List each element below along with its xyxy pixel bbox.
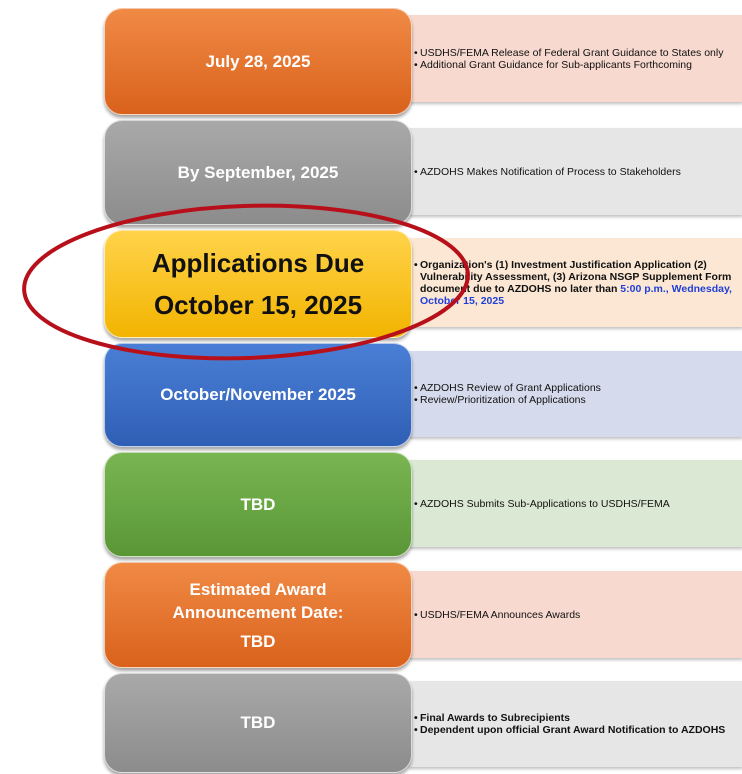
step-1-item: USDHS/FEMA Release of Federal Grant Guid… xyxy=(414,47,723,59)
step-6-details: USDHS/FEMA Announces Awards xyxy=(408,571,742,658)
step-5-pill: TBD xyxy=(104,452,412,557)
step-3-title-line-1: Applications Due xyxy=(151,248,365,278)
step-6-title-line-1: Estimated Award xyxy=(189,579,327,599)
step-3-item: Organization's (1) Investment Justificat… xyxy=(414,259,738,307)
step-1-pill: July 28, 2025 xyxy=(104,8,412,115)
step-7-item: Dependent upon official Grant Award Noti… xyxy=(414,724,725,736)
step-5-list: AZDOHS Submits Sub-Applications to USDHS… xyxy=(414,498,670,510)
step-1-item: Additional Grant Guidance for Sub-applic… xyxy=(414,59,723,71)
step-1-list: USDHS/FEMA Release of Federal Grant Guid… xyxy=(414,47,723,71)
step-4-pill: October/November 2025 xyxy=(104,343,412,447)
step-7-item: Final Awards to Subrecipients xyxy=(414,712,725,724)
step-3-list: Organization's (1) Investment Justificat… xyxy=(414,259,738,307)
step-5-item: AZDOHS Submits Sub-Applications to USDHS… xyxy=(414,498,670,510)
step-7-title: TBD xyxy=(240,713,276,732)
step-3-pill: Applications Due October 15, 2025 xyxy=(104,230,412,338)
step-1-title: July 28, 2025 xyxy=(205,51,311,71)
timeline: July 28, 2025 USDHS/FEMA Release of Fede… xyxy=(0,0,742,774)
step-7-details: Final Awards to Subrecipients Dependent … xyxy=(408,681,742,767)
step-5-title: TBD xyxy=(240,494,276,514)
step-4-list: AZDOHS Review of Grant Applications Revi… xyxy=(414,382,601,406)
step-3-details: Organization's (1) Investment Justificat… xyxy=(408,238,742,327)
step-6-item: USDHS/FEMA Announces Awards xyxy=(414,609,580,621)
step-1-details: USDHS/FEMA Release of Federal Grant Guid… xyxy=(408,15,742,102)
step-7-list: Final Awards to Subrecipients Dependent … xyxy=(414,712,725,736)
step-2-item: AZDOHS Makes Notification of Process to … xyxy=(414,166,681,178)
step-5-details: AZDOHS Submits Sub-Applications to USDHS… xyxy=(408,460,742,547)
step-2-list: AZDOHS Makes Notification of Process to … xyxy=(414,166,681,178)
step-6-title-line-2: Announcement Date: xyxy=(172,602,344,622)
step-2-title: By September, 2025 xyxy=(177,162,339,182)
step-7-pill: TBD xyxy=(104,673,412,773)
step-6-title-line-3: TBD xyxy=(240,631,276,651)
step-3-title-line-2: October 15, 2025 xyxy=(153,290,363,320)
step-4-item: Review/Prioritization of Applications xyxy=(414,394,601,406)
step-4-item: AZDOHS Review of Grant Applications xyxy=(414,382,601,394)
step-4-details: AZDOHS Review of Grant Applications Revi… xyxy=(408,351,742,437)
step-2-pill: By September, 2025 xyxy=(104,120,412,225)
step-6-pill: Estimated Award Announcement Date: TBD xyxy=(104,562,412,668)
step-6-list: USDHS/FEMA Announces Awards xyxy=(414,609,580,621)
step-4-title: October/November 2025 xyxy=(160,385,356,404)
step-2-details: AZDOHS Makes Notification of Process to … xyxy=(408,128,742,215)
